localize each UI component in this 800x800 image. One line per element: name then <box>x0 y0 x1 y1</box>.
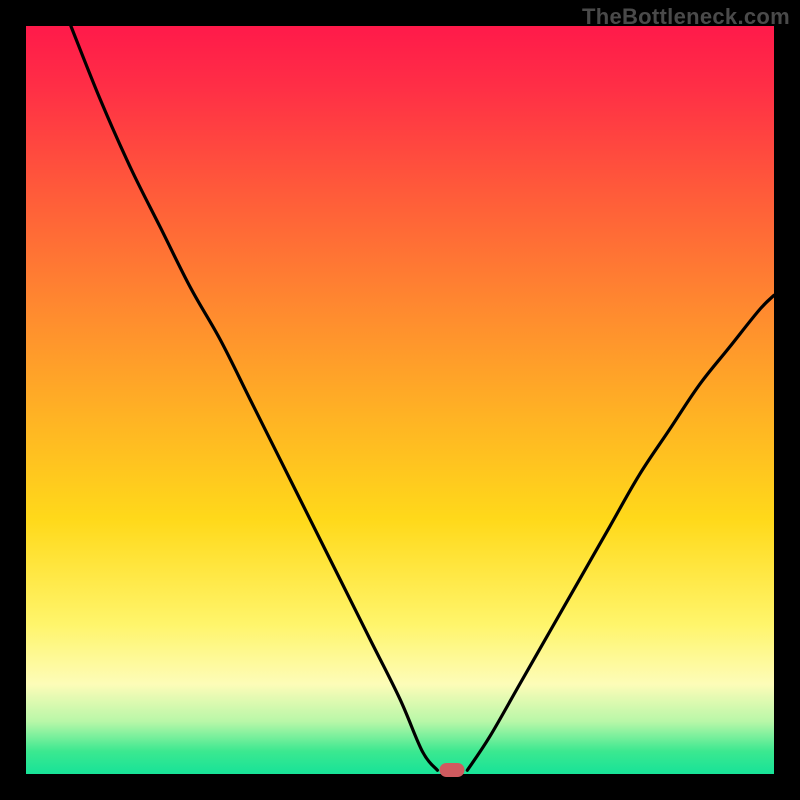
minimum-marker <box>440 763 465 777</box>
plot-area <box>26 26 774 774</box>
curve-left-branch <box>71 26 438 770</box>
bottleneck-curve <box>26 26 774 774</box>
chart-frame: TheBottleneck.com <box>0 0 800 800</box>
curve-right-branch <box>467 295 774 770</box>
watermark-text: TheBottleneck.com <box>582 4 790 30</box>
